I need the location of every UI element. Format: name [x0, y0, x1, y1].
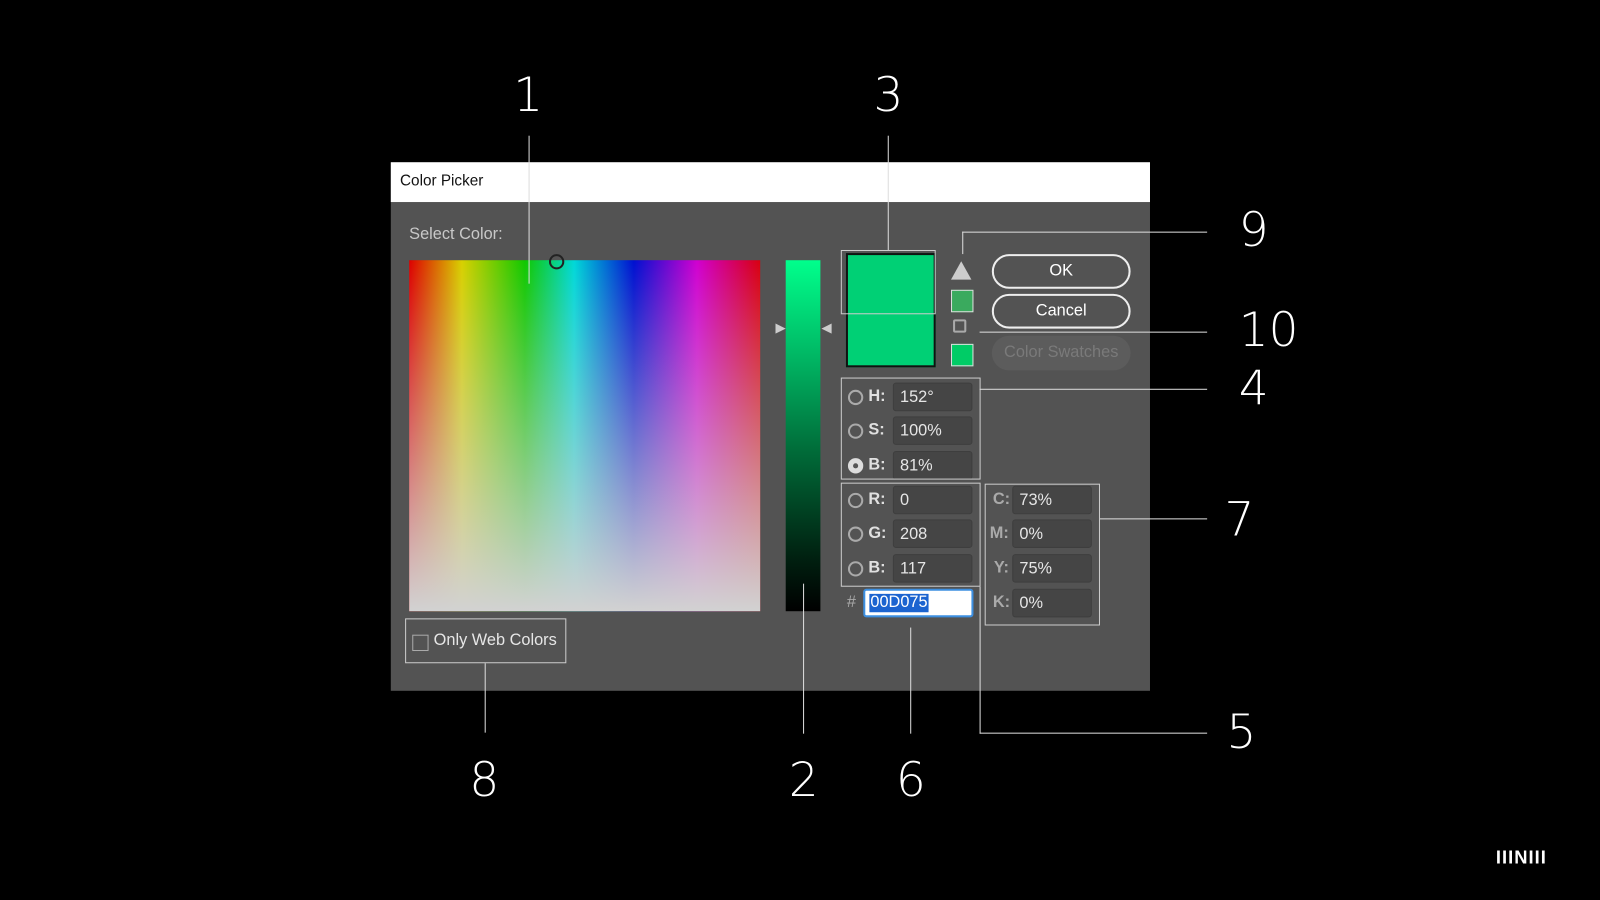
annotation-line-3: [887, 135, 889, 250]
title-bar: Color Picker: [390, 162, 1150, 203]
cube-icon[interactable]: [953, 319, 967, 333]
color-field-marker[interactable]: [548, 254, 565, 270]
slider-handle-right[interactable]: [821, 323, 832, 334]
annotation-box-5: [840, 482, 981, 587]
annotation-box-7: [984, 483, 1100, 626]
annotation-line-6: [910, 627, 912, 734]
ok-button[interactable]: OK: [991, 254, 1131, 289]
dialog-title: Color Picker: [399, 172, 484, 190]
brightness-slider[interactable]: [785, 260, 821, 612]
annotation-box-4: [840, 377, 981, 480]
color-swatches-button[interactable]: Color Swatches: [991, 335, 1131, 371]
annotation-2: 2: [788, 752, 819, 808]
annotation-6: 6: [895, 752, 926, 808]
annotation-8: 8: [469, 752, 500, 808]
hex-value: 00D075: [869, 593, 929, 613]
annotation-line-8: [484, 663, 486, 733]
color-field[interactable]: [409, 254, 761, 612]
annotation-line-9-drop: [962, 231, 964, 255]
annotation-10: 10: [1238, 302, 1299, 358]
annotation-line-5: [979, 732, 1208, 734]
annotation-3: 3: [873, 67, 904, 123]
annotation-box-3: [840, 249, 936, 315]
select-color-label: Select Color:: [409, 225, 503, 243]
annotation-1: 1: [513, 67, 544, 123]
annotation-line-10: [979, 331, 1208, 333]
slider-handle-left[interactable]: [775, 323, 786, 334]
warning-triangle-icon[interactable]: [951, 261, 972, 280]
annotation-line-9: [962, 231, 1208, 233]
annotation-line-2: [803, 583, 805, 734]
annotation-line-4: [979, 388, 1208, 390]
web-safe-swatch[interactable]: [951, 343, 974, 367]
gamut-warning-swatch[interactable]: [951, 289, 974, 313]
annotation-4: 4: [1238, 360, 1269, 416]
hex-input[interactable]: 00D075: [863, 588, 974, 618]
annotation-line-1: [528, 135, 530, 284]
annotation-line-7: [1099, 518, 1208, 520]
annotation-7: 7: [1224, 491, 1255, 547]
annotation-line-5-vertical: [979, 586, 981, 734]
cancel-button[interactable]: Cancel: [991, 293, 1131, 329]
annotation-box-8: [405, 618, 567, 664]
annotation-5: 5: [1226, 704, 1257, 760]
hex-label: #: [846, 593, 857, 612]
stage: Color Picker Select Color: OK Cancel Col…: [0, 0, 1600, 900]
brand-logo: IIINIII: [1495, 846, 1547, 868]
annotation-9: 9: [1238, 202, 1269, 258]
